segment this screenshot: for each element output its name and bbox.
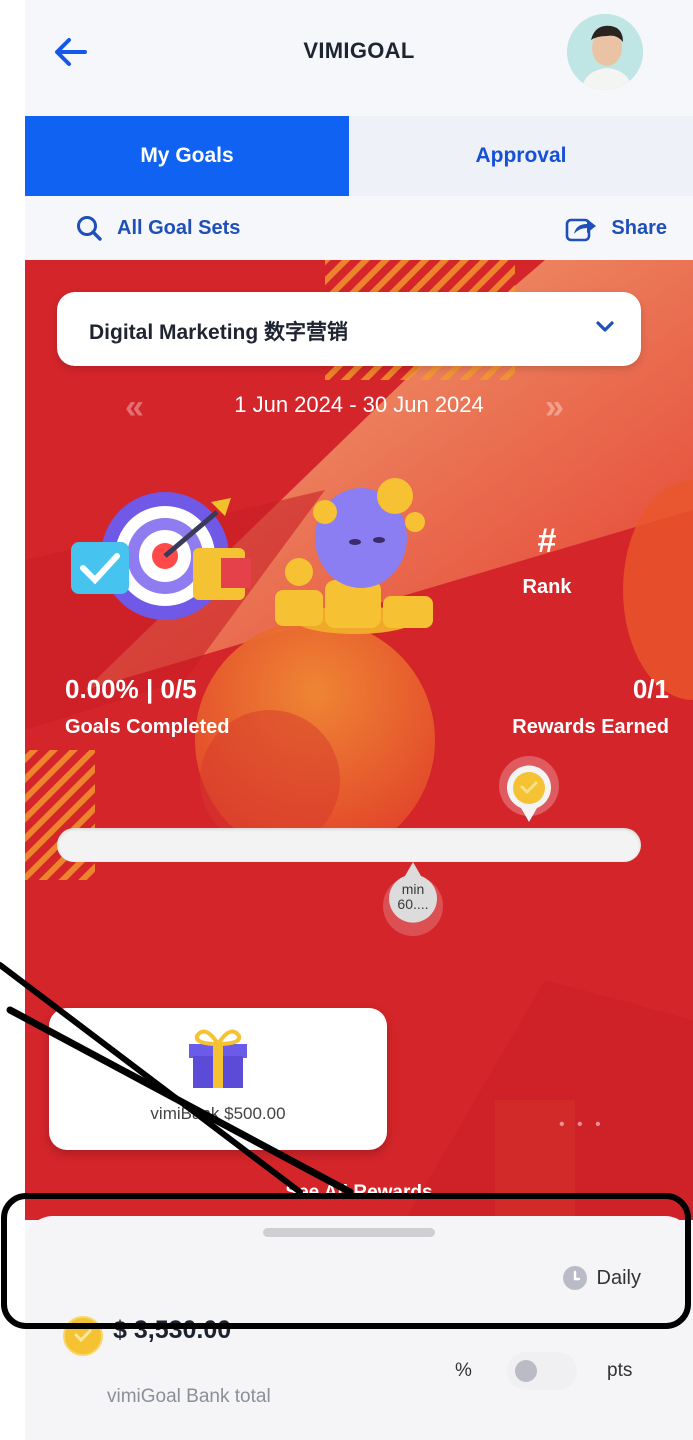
share-icon	[566, 218, 597, 242]
gift-icon	[189, 1029, 247, 1088]
tab-approval[interactable]: Approval	[349, 116, 693, 196]
bank-total-amount: $ 3,530.00	[113, 1316, 232, 1344]
reward-marker-icon[interactable]	[495, 754, 563, 830]
all-goal-sets-label: All Goal Sets	[117, 216, 241, 239]
goal-set-selected: Digital Marketing 数字营销	[89, 321, 349, 344]
share-label: Share	[611, 216, 667, 239]
reward-card[interactable]: vimiBank $500.00	[49, 1008, 387, 1150]
date-range: 1 Jun 2024 - 30 Jun 2024	[234, 392, 484, 417]
percent-points-toggle[interactable]	[507, 1352, 577, 1390]
see-all-rewards-link[interactable]: See All Rewards	[25, 1182, 693, 1204]
next-period-icon[interactable]: »	[545, 388, 564, 427]
reward-card-label: vimiBank $500.00	[150, 1104, 286, 1123]
rewards-earned-value: 0/1	[632, 674, 669, 704]
all-goal-sets-button[interactable]: All Goal Sets	[75, 214, 240, 242]
bottom-sheet[interactable]: Daily $ 3,530.00 vimiGoal Bank total % p…	[25, 1216, 693, 1440]
rank-value: #	[537, 522, 557, 560]
period-label: Daily	[596, 1266, 641, 1289]
minimum-marker-text: min 60....	[383, 882, 443, 912]
percent-label: %	[455, 1360, 472, 1381]
goal-tabs: My Goals Approval	[25, 116, 693, 196]
minimum-marker-line2: 60....	[397, 896, 429, 912]
goal-set-dropdown[interactable]: Digital Marketing 数字营销	[57, 292, 641, 366]
app-frame: VIMIGOAL My Goals Approval All Goal Sets	[25, 0, 693, 1440]
minimum-marker[interactable]: min 60....	[383, 860, 453, 938]
sheet-drag-handle[interactable]	[263, 1228, 435, 1237]
rewards-earned-label: Rewards Earned	[512, 716, 669, 738]
coin-icon	[63, 1316, 103, 1356]
search-icon	[77, 216, 102, 241]
bank-total-label: vimiGoal Bank total	[107, 1386, 271, 1407]
goals-completed-value: 0.00% | 0/5	[65, 674, 197, 704]
carousel-dots: • • •	[559, 1116, 605, 1133]
chevron-down-icon	[596, 321, 614, 332]
period-selector[interactable]: Daily	[562, 1266, 641, 1290]
goal-summary-panel: Digital Marketing 数字营销 « 1 Jun 2024 - 30…	[25, 260, 693, 1220]
toggle-knob	[515, 1360, 537, 1382]
top-app-bar: VIMIGOAL	[25, 0, 693, 116]
goal-progress-bar	[57, 828, 641, 862]
clock-icon	[562, 1266, 587, 1290]
rank-label: Rank	[522, 576, 572, 598]
user-avatar[interactable]	[567, 14, 643, 90]
goals-completed-label: Goals Completed	[65, 716, 230, 738]
share-button[interactable]: Share	[565, 214, 667, 242]
goal-set-toolbar: All Goal Sets Share	[25, 196, 693, 260]
points-label: pts	[607, 1360, 633, 1381]
tab-my-goals[interactable]: My Goals	[25, 116, 349, 196]
minimum-marker-line1: min	[401, 881, 425, 897]
